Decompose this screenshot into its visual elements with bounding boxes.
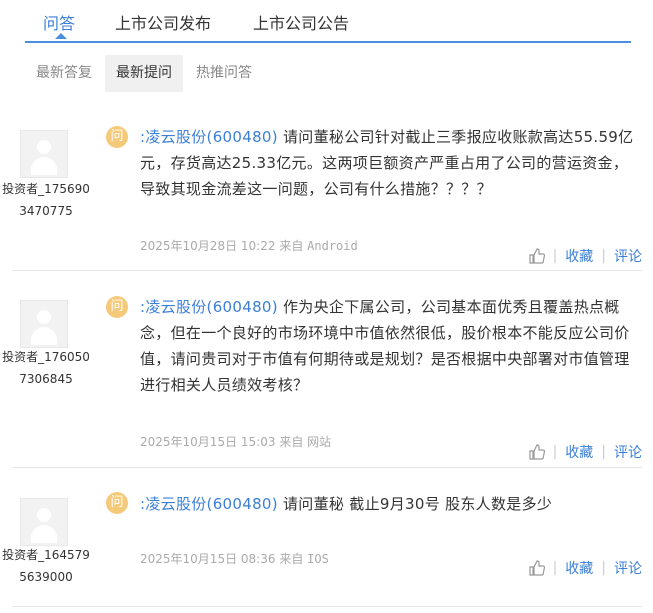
company-link[interactable]: :凌云股份(600480) (140, 128, 278, 146)
question-meta: 2025年10月15日 08:36 来自 IOS (140, 550, 329, 567)
post-date: 2025年10月28日 10:22 (140, 239, 276, 253)
username[interactable]: 投资者_1645795639000 (0, 544, 92, 588)
comment-button[interactable]: 评论 (614, 558, 642, 578)
source-prefix: 来自 (279, 435, 304, 449)
subtab-latest-questions[interactable]: 最新提问 (105, 55, 183, 92)
question-text: :凌云股份(600480) 作为央企下属公司，公司基本面优秀且覆盖热点概念，但在… (140, 294, 640, 398)
source-prefix: 来自 (279, 552, 304, 566)
avatar[interactable] (20, 300, 68, 348)
question-actions: | 收藏 | 评论 (528, 442, 642, 462)
divider: | (552, 560, 558, 576)
question-badge: 问 (106, 492, 128, 514)
divider: | (601, 248, 606, 264)
item-divider (12, 467, 642, 468)
source-prefix: 来自 (279, 239, 304, 253)
active-tab-indicator (55, 33, 67, 39)
question-actions: | 收藏 | 评论 (528, 558, 642, 578)
tab-company-announcements[interactable]: 上市公司公告 (253, 10, 349, 34)
question-body: 请问董秘 截止9月30号 股东人数是多少 (283, 495, 553, 513)
post-source: IOS (307, 552, 329, 566)
avatar[interactable] (20, 130, 68, 178)
question-text: :凌云股份(600480) 请问董秘公司针对截止三季报应收账款高达55.59亿元… (140, 124, 640, 202)
collect-button[interactable]: 收藏 (565, 558, 593, 578)
divider: | (552, 248, 558, 264)
thumbs-up-icon[interactable] (528, 444, 545, 460)
divider: | (601, 560, 606, 576)
question-text: :凌云股份(600480) 请问董秘 截止9月30号 股东人数是多少 (140, 491, 640, 517)
item-divider (12, 270, 642, 271)
company-link[interactable]: :凌云股份(600480) (140, 298, 278, 316)
divider: | (552, 444, 558, 460)
divider: | (601, 444, 606, 460)
question-meta: 2025年10月28日 10:22 来自 Android (140, 237, 358, 254)
thumbs-up-icon[interactable] (528, 248, 545, 264)
post-date: 2025年10月15日 15:03 (140, 435, 276, 449)
main-tabs: 问答 上市公司发布 上市公司公告 (25, 0, 631, 43)
comment-button[interactable]: 评论 (614, 442, 642, 462)
comment-button[interactable]: 评论 (614, 246, 642, 266)
avatar[interactable] (20, 498, 68, 546)
collect-button[interactable]: 收藏 (565, 442, 593, 462)
username[interactable]: 投资者_1760507306845 (0, 346, 92, 390)
post-date: 2025年10月15日 08:36 (140, 552, 276, 566)
post-source: 网站 (307, 435, 332, 449)
tab-company-releases[interactable]: 上市公司发布 (115, 10, 211, 34)
username[interactable]: 投资者_1756903470775 (0, 178, 92, 222)
question-badge: 问 (106, 296, 128, 318)
collect-button[interactable]: 收藏 (565, 246, 593, 266)
company-link[interactable]: :凌云股份(600480) (140, 495, 278, 513)
post-source: Android (307, 239, 358, 253)
question-actions: | 收藏 | 评论 (528, 246, 642, 266)
question-meta: 2025年10月15日 15:03 来自 网站 (140, 433, 331, 450)
subtab-latest-replies[interactable]: 最新答复 (25, 55, 103, 92)
subtab-hot-qa[interactable]: 热推问答 (185, 55, 263, 92)
item-divider (12, 606, 642, 607)
question-badge: 问 (106, 126, 128, 148)
tab-qa[interactable]: 问答 (43, 10, 75, 34)
thumbs-up-icon[interactable] (528, 560, 545, 576)
